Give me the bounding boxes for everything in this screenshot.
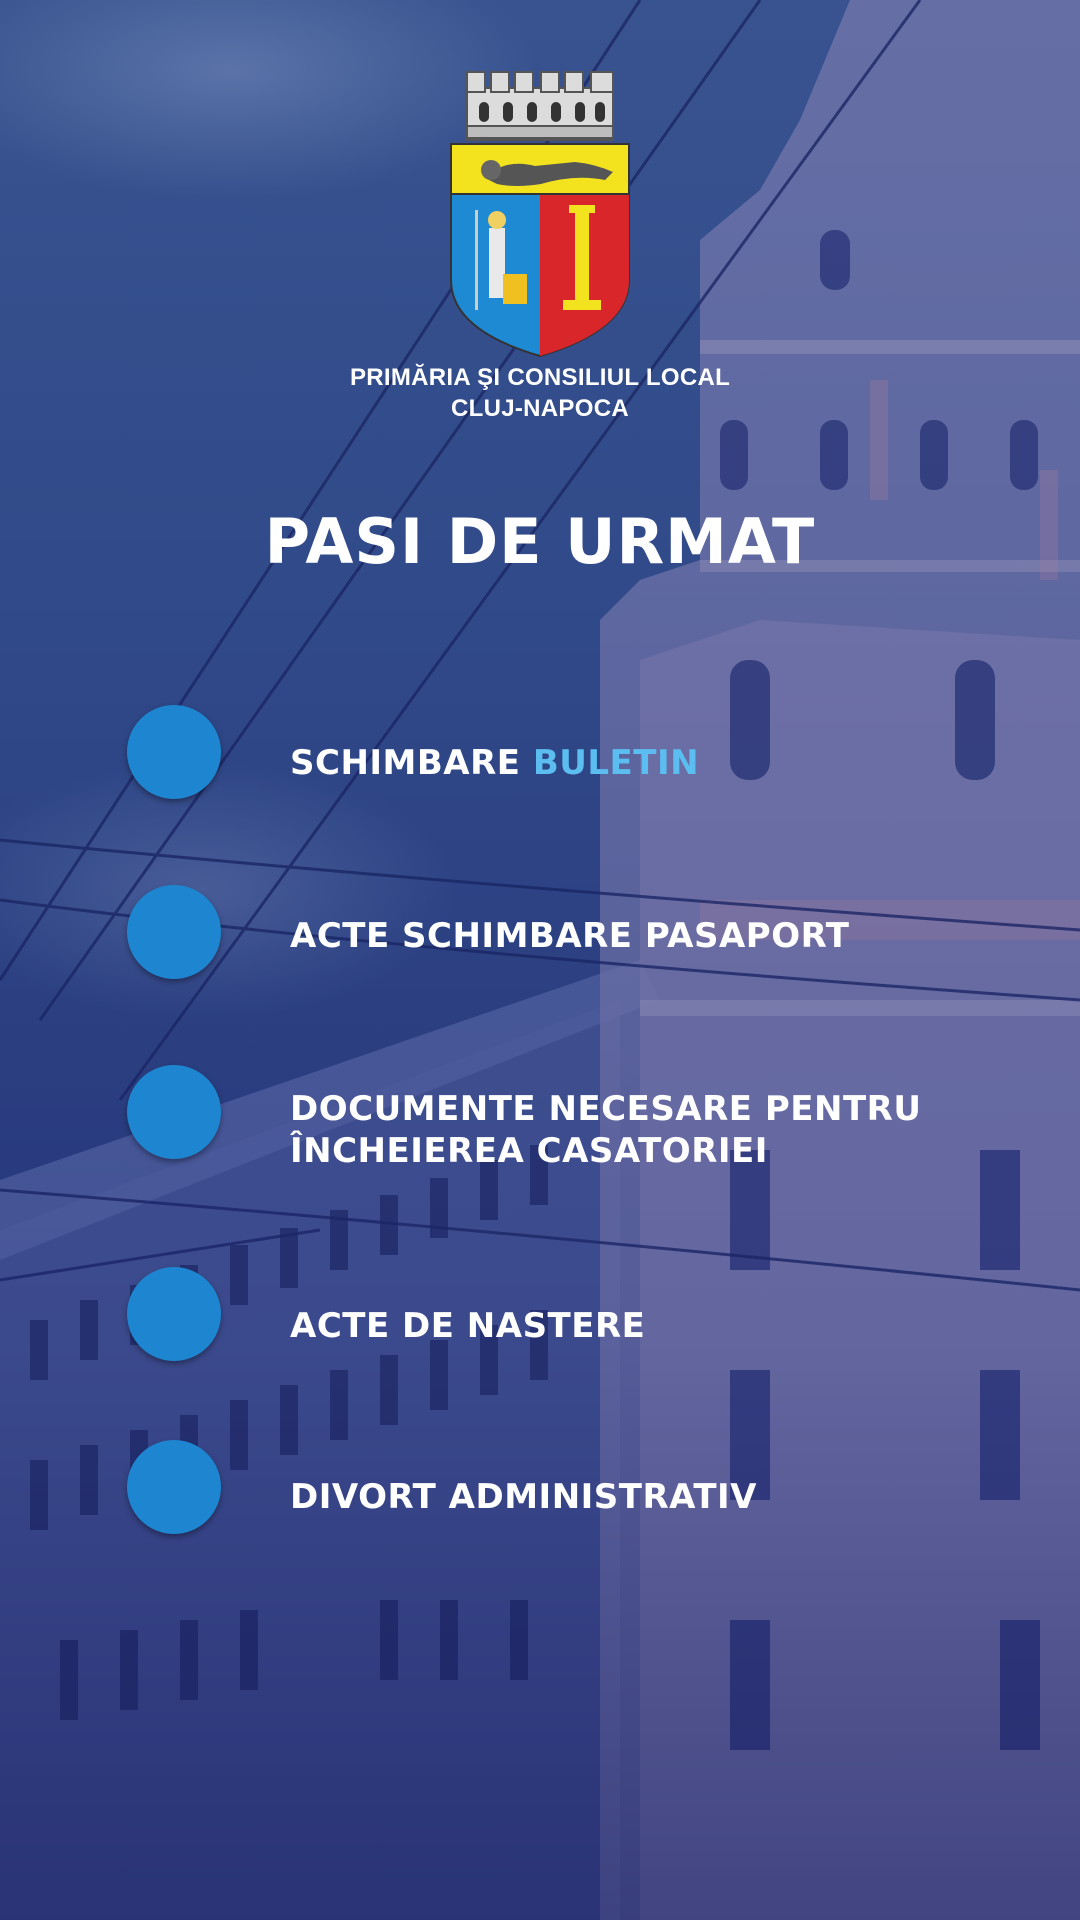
step-bullet-circle — [127, 885, 221, 979]
step-label: ACTE SCHIMBARE PASAPORT — [290, 916, 850, 956]
step-label: DOCUMENTE NECESARE PENTRU ÎNCHEIEREA CAS… — [290, 1088, 921, 1172]
step-bullet-circle — [127, 1440, 221, 1534]
step-label-line2: ÎNCHEIEREA CASATORIEI — [290, 1131, 768, 1171]
step-label-line1: DOCUMENTE NECESARE PENTRU — [290, 1089, 922, 1129]
step-bullet-circle — [127, 1065, 221, 1159]
step-label-text: SCHIMBARE — [290, 743, 521, 783]
step-bullet-circle — [127, 705, 221, 799]
step-label: ACTE DE NASTERE — [290, 1306, 646, 1346]
steps-list: SCHIMBARE BULETIN ACTE SCHIMBARE PASAPOR… — [0, 0, 1080, 1920]
step-label: DIVORT ADMINISTRATIV — [290, 1477, 757, 1517]
screen: PRIMĂRIA ŞI CONSILIUL LOCAL CLUJ-NAPOCA … — [0, 0, 1080, 1920]
step-bullet-circle — [127, 1267, 221, 1361]
step-label: SCHIMBARE BULETIN — [290, 742, 699, 784]
step-label-accent: BULETIN — [532, 743, 700, 783]
